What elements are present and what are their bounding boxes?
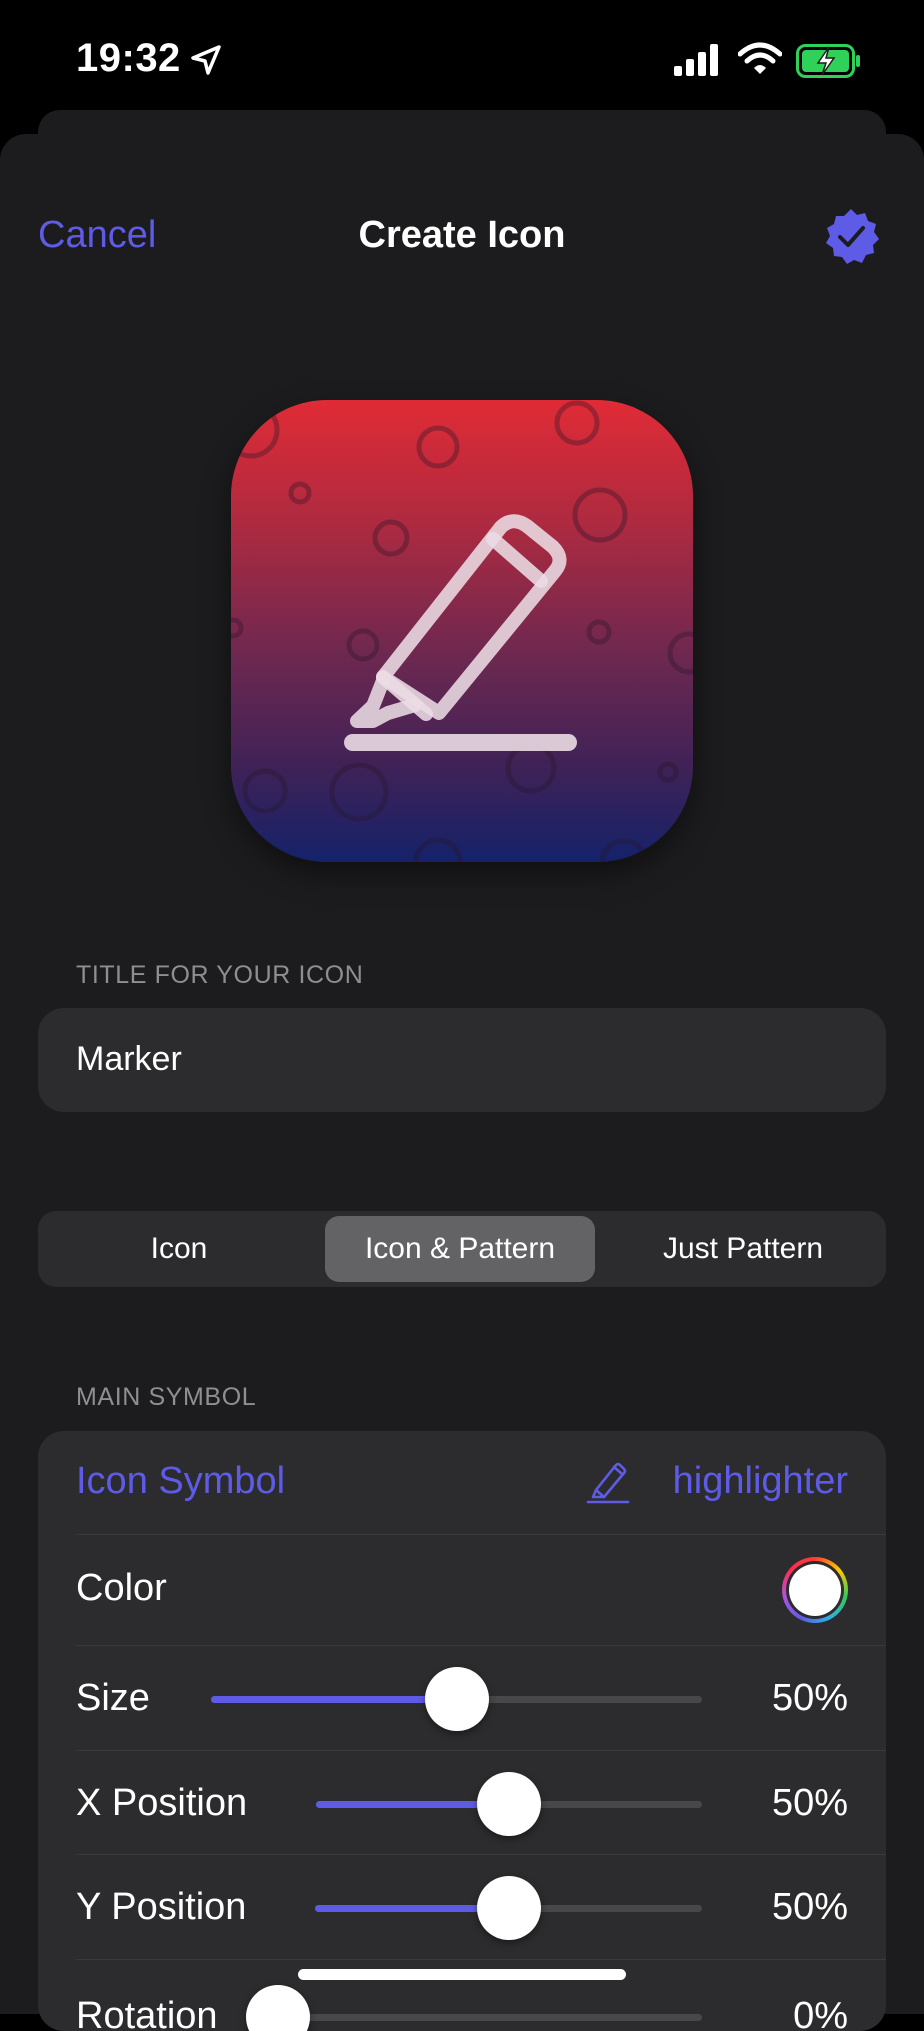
y-position-row: Y Position 50% [38,1855,886,1959]
size-value: 50% [771,1677,848,1719]
segment-icon[interactable]: Icon [44,1216,314,1282]
rotation-label: Rotation [76,1995,218,2031]
color-label: Color [76,1567,167,1609]
segment-icon-and-pattern[interactable]: Icon & Pattern [325,1216,595,1282]
checkmark-seal-icon[interactable] [820,206,882,268]
icon-symbol-value[interactable]: highlighter [673,1460,848,1503]
color-row[interactable]: Color [38,1535,886,1645]
y-position-slider[interactable] [315,1876,702,1940]
style-segmented-control[interactable]: Icon Icon & Pattern Just Pattern [38,1211,886,1287]
battery-charging-icon [796,44,862,83]
highlighter-icon [586,1459,632,1510]
highlighter-icon [344,514,577,751]
size-label: Size [76,1677,150,1719]
y-position-slider-knob[interactable] [476,1876,541,1940]
x-position-value: 50% [771,1782,848,1824]
color-picker-well[interactable] [782,1557,848,1623]
x-position-label: X Position [76,1782,248,1824]
page-title: Create Icon [358,214,566,256]
size-slider-knob[interactable] [424,1667,489,1731]
y-position-value: 50% [771,1886,848,1928]
x-position-slider-knob[interactable] [477,1772,541,1836]
main-symbol-card: Icon Symbol highlighter Color Size 50% X… [38,1431,886,2031]
icon-preview [231,400,693,862]
cellular-signal-icon [674,44,722,81]
title-section-header: TITLE FOR YOUR ICON [76,961,364,989]
home-indicator[interactable] [298,1969,626,1980]
icon-symbol-label[interactable]: Icon Symbol [76,1460,285,1503]
rotation-slider[interactable] [246,1985,702,2031]
wifi-icon [737,42,783,81]
icon-symbol-row[interactable]: Icon Symbol highlighter [38,1431,886,1535]
segment-just-pattern[interactable]: Just Pattern [606,1216,880,1282]
size-slider[interactable] [211,1667,702,1731]
x-position-row: X Position 50% [38,1751,886,1855]
status-time: 19:32 [76,36,181,80]
title-field[interactable]: Marker [38,1008,886,1112]
size-row: Size 50% [38,1646,886,1750]
x-position-slider[interactable] [316,1772,702,1836]
size-slider-fill [211,1696,457,1703]
main-symbol-header: MAIN SYMBOL [76,1383,257,1411]
rotation-value: 0% [793,1995,848,2031]
title-field-value[interactable]: Marker [76,1040,182,1079]
location-arrow-icon [190,44,222,81]
y-position-label: Y Position [76,1886,247,1928]
rotation-slider-knob[interactable] [246,1985,310,2031]
status-bar: 19:32 [0,0,924,110]
